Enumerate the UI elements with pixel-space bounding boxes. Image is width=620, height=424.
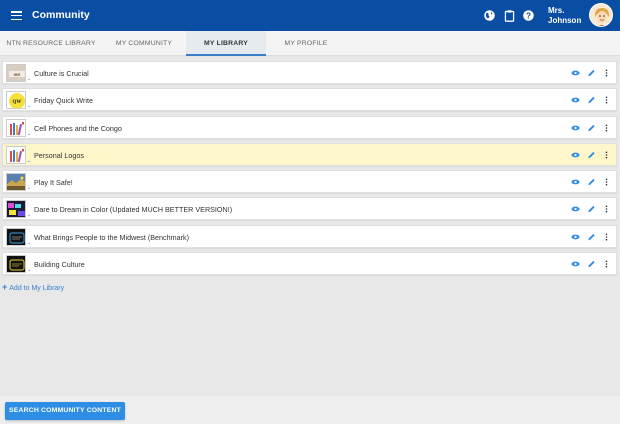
item-title: Dare to Dream in Color (Updated MUCH BET… — [34, 205, 233, 215]
eye-icon[interactable] — [571, 95, 580, 105]
books-thumbnail — [6, 118, 26, 137]
more-vertical-icon[interactable] — [602, 68, 611, 78]
eye-icon[interactable] — [571, 150, 580, 160]
globe-icon[interactable] — [483, 9, 496, 22]
library-item[interactable]: IBR ⌄ Culture is Crucial — [2, 61, 617, 84]
eye-icon[interactable] — [571, 123, 580, 133]
library-item[interactable]: ⌄ Personal Logos — [2, 142, 617, 166]
more-vertical-icon[interactable] — [602, 204, 611, 214]
colorful-thumbnail — [6, 200, 26, 219]
app-bar: Community ? Mrs. Johnson — [0, 0, 620, 31]
eye-icon[interactable] — [571, 68, 580, 78]
svg-text:?: ? — [526, 11, 531, 20]
help-icon[interactable]: ? — [522, 9, 535, 22]
tab-my-library[interactable]: MY LIBRARY — [186, 31, 266, 56]
app-title: Community — [32, 9, 90, 21]
pencil-icon[interactable] — [587, 177, 596, 187]
qw-thumbnail: QW — [6, 91, 26, 110]
chalkboard-yellow-thumbnail — [6, 255, 26, 274]
chevron-down-icon[interactable]: ⌄ — [27, 131, 31, 137]
svg-text:IBR: IBR — [14, 72, 21, 77]
more-vertical-icon[interactable] — [602, 95, 611, 105]
eye-icon[interactable] — [571, 259, 580, 269]
pencil-icon[interactable] — [587, 123, 596, 133]
library-item[interactable]: ⌄ What Brings People to the Midwest (Ben… — [2, 224, 617, 248]
tab-my-profile[interactable]: MY PROFILE — [266, 31, 346, 56]
books-thumbnail — [6, 145, 26, 164]
item-title: Building Culture — [34, 260, 85, 270]
tab-my-community[interactable]: MY COMMUNITY — [102, 31, 186, 56]
eye-icon[interactable] — [571, 204, 580, 214]
chevron-down-icon[interactable]: ⌄ — [27, 103, 31, 109]
more-vertical-icon[interactable] — [602, 259, 611, 269]
more-vertical-icon[interactable] — [602, 232, 611, 242]
library-item[interactable]: ⌄ Dare to Dream in Color (Updated MUCH B… — [2, 197, 617, 221]
eye-icon[interactable] — [571, 177, 580, 187]
pencil-icon[interactable] — [587, 95, 596, 105]
chalkboard-thumbnail — [6, 227, 26, 246]
library-item[interactable]: ⌄ Play It Safe! — [2, 170, 617, 194]
chevron-down-icon[interactable]: ⌄ — [27, 158, 31, 164]
plus-icon: + — [2, 282, 8, 292]
add-to-library-label: Add to My Library — [9, 285, 65, 292]
more-vertical-icon[interactable] — [602, 177, 611, 187]
tab-ntn-resource-library[interactable]: NTN RESOURCE LIBRARY — [0, 31, 102, 56]
culture-thumbnail: IBR — [6, 64, 26, 82]
library-item[interactable]: QW ⌄ Friday Quick Write — [2, 88, 617, 112]
pencil-icon[interactable] — [587, 204, 596, 214]
tab-bar: NTN RESOURCE LIBRARY MY COMMUNITY MY LIB… — [0, 31, 620, 56]
chevron-down-icon[interactable]: ⌄ — [27, 212, 31, 218]
scene-thumbnail — [6, 173, 26, 192]
eye-icon[interactable] — [571, 232, 580, 242]
item-title: Friday Quick Write — [34, 96, 93, 106]
chevron-down-icon[interactable]: ⌄ — [27, 267, 31, 273]
pencil-icon[interactable] — [587, 232, 596, 242]
library-item[interactable]: ⌄ Cell Phones and the Congo — [2, 115, 617, 139]
item-title: Personal Logos — [34, 150, 84, 160]
chevron-down-icon[interactable]: ⌄ — [27, 240, 31, 246]
pencil-icon[interactable] — [587, 68, 596, 78]
add-to-library-link[interactable]: + Add to My Library — [2, 282, 64, 292]
avatar[interactable] — [589, 3, 613, 27]
library-item[interactable]: ⌄ Building Culture — [2, 252, 617, 276]
search-community-content-button[interactable]: SEARCH COMMUNITY CONTENT — [5, 402, 125, 420]
user-name[interactable]: Mrs. Johnson — [548, 6, 592, 26]
item-title: Play It Safe! — [34, 178, 73, 188]
more-vertical-icon[interactable] — [602, 123, 611, 133]
item-title: Cell Phones and the Congo — [34, 123, 122, 133]
svg-text:QW: QW — [13, 100, 22, 105]
pencil-icon[interactable] — [587, 150, 596, 160]
menu-icon[interactable] — [11, 11, 22, 21]
clipboard-icon[interactable] — [503, 9, 516, 22]
more-vertical-icon[interactable] — [602, 150, 611, 160]
chevron-down-icon[interactable]: ⌄ — [27, 76, 31, 82]
item-title: Culture is Crucial — [34, 69, 89, 78]
chevron-down-icon[interactable]: ⌄ — [27, 185, 31, 191]
pencil-icon[interactable] — [587, 259, 596, 269]
item-title: What Brings People to the Midwest (Bench… — [34, 232, 189, 242]
library-list: IBR ⌄ Culture is Crucial QW ⌄ Friday Qui… — [2, 61, 617, 279]
